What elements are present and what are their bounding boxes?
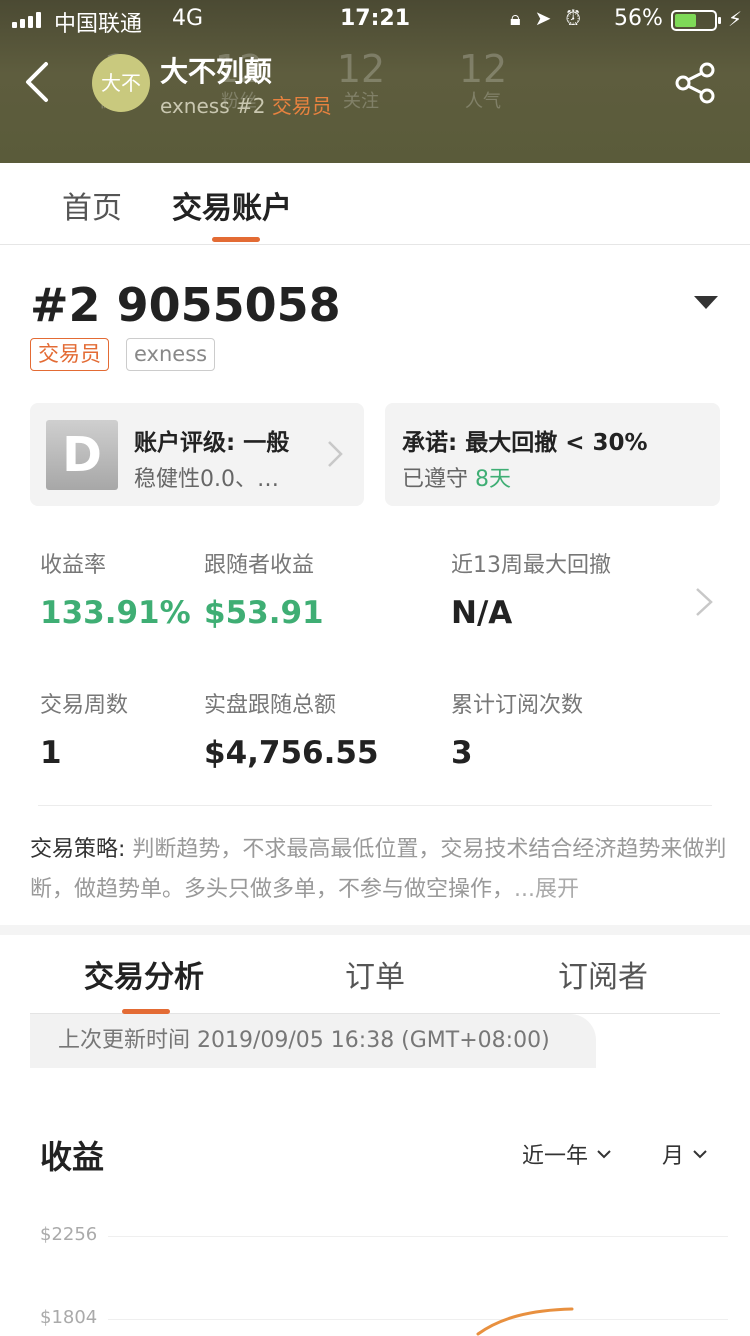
bg-stat-label: 人气 (465, 91, 501, 112)
back-button[interactable] (22, 60, 62, 104)
account-dropdown-icon[interactable] (694, 296, 718, 309)
bg-stat: 12 人气 (422, 48, 544, 114)
stat-value: 1 (40, 735, 62, 771)
rating-card[interactable]: D 账户评级: 一般 稳健性0.0、… (30, 403, 364, 506)
profile-header: 2微博 12粉丝 12关注 12人气 中国联通 4G 17:21 🔒︎ ➤ ⏰︎… (0, 0, 750, 163)
gridline (108, 1236, 728, 1237)
period-value: 近一年 (522, 1144, 589, 1169)
stat-label: 累计订阅次数 (451, 693, 584, 718)
strategy-text: 交易策略: 判断趋势，不求最高最低位置，交易技术结合经济趋势来做判断，做趋势单。… (30, 830, 730, 910)
role-tag: 交易员 (30, 338, 109, 371)
period-select[interactable]: 近一年 (522, 1138, 612, 1170)
y-tick-label: $2256 (40, 1224, 98, 1245)
bg-stat-value: 12 (336, 47, 386, 91)
grade-badge: D (46, 420, 118, 490)
stat-label: 实盘跟随总额 (204, 693, 337, 718)
profit-curve (476, 1307, 574, 1336)
y-tick-label: $1804 (40, 1307, 98, 1328)
unit-value: 月 (662, 1144, 685, 1169)
stat-label: 收益率 (40, 553, 107, 578)
chevron-right-icon (328, 441, 343, 467)
chevron-right-icon[interactable] (694, 586, 714, 618)
battery-percent: 56% (614, 6, 663, 31)
divider (38, 805, 712, 806)
alarm-icon: ⏰︎ (565, 6, 582, 30)
gridline (108, 1319, 728, 1320)
account-title: #2 9055058 (30, 278, 341, 332)
stat-value: N/A (451, 595, 513, 631)
expand-link[interactable]: ...展开 (514, 877, 579, 902)
share-icon (675, 62, 715, 104)
stat-label: 交易周数 (40, 693, 129, 718)
status-bar: 中国联通 4G 17:21 🔒︎ ➤ ⏰︎ 56% ⚡︎ (0, 0, 750, 40)
location-icon: ➤ (534, 6, 552, 30)
chevron-down-icon (693, 1150, 707, 1159)
role-text: 交易员 (271, 94, 332, 118)
unit-select[interactable]: 月 (662, 1138, 708, 1170)
active-tab-indicator (212, 237, 260, 242)
broker-text: exness #2 (160, 94, 266, 118)
tab-trade-analysis[interactable]: 交易分析 (84, 952, 204, 996)
promise-status: 已遵守 8天 (402, 461, 511, 493)
username: 大不列颠 (160, 55, 273, 88)
strategy-label: 交易策略: (30, 837, 126, 862)
user-subtitle: exness #2 交易员 (160, 90, 332, 119)
stat-value: 133.91% (40, 595, 191, 631)
rating-desc: 稳健性0.0、… (134, 467, 279, 492)
avatar[interactable]: 大不 (92, 54, 150, 112)
last-update-info: 上次更新时间 2019/09/05 16:38 (GMT+08:00) (30, 1014, 596, 1068)
broker-tag: exness (126, 338, 216, 371)
profit-title: 收益 (40, 1138, 105, 1176)
strategy-body: 判断趋势，不求最高最低位置，交易技术结合经济趋势来做判断，做趋势单。多头只做多单… (30, 837, 727, 902)
stat-value: $4,756.55 (204, 735, 379, 771)
tab-orders[interactable]: 订单 (345, 952, 405, 996)
tab-trading-account[interactable]: 交易账户 (172, 183, 292, 227)
promise-kept-label: 已遵守 (402, 467, 469, 492)
status-icons: 🔒︎ ➤ ⏰︎ (510, 6, 581, 30)
rotation-lock-icon: 🔒︎ (510, 6, 521, 30)
bg-stat-value: 12 (458, 47, 508, 91)
section-gap (0, 925, 750, 935)
share-button[interactable] (674, 62, 718, 104)
profile-tabs: 首页 交易账户 (0, 163, 750, 245)
stat-value: $53.91 (204, 595, 324, 631)
chevron-down-icon (597, 1150, 611, 1159)
stat-label: 跟随者收益 (204, 553, 315, 578)
promise-card[interactable]: 承诺: 最大回撤 < 30% 已遵守 8天 (385, 403, 720, 506)
tab-home[interactable]: 首页 (62, 183, 122, 227)
stat-value: 3 (451, 735, 473, 771)
charging-icon: ⚡︎ (728, 7, 743, 31)
chevron-left-icon (26, 62, 48, 102)
promise-kept-days: 8天 (475, 467, 512, 492)
tab-subscribers[interactable]: 订阅者 (558, 952, 648, 996)
stat-label: 近13周最大回撤 (451, 553, 611, 578)
rating-title: 账户评级: 一般 (134, 430, 290, 456)
battery-icon (671, 10, 721, 31)
promise-title: 承诺: 最大回撤 < 30% (402, 430, 648, 456)
